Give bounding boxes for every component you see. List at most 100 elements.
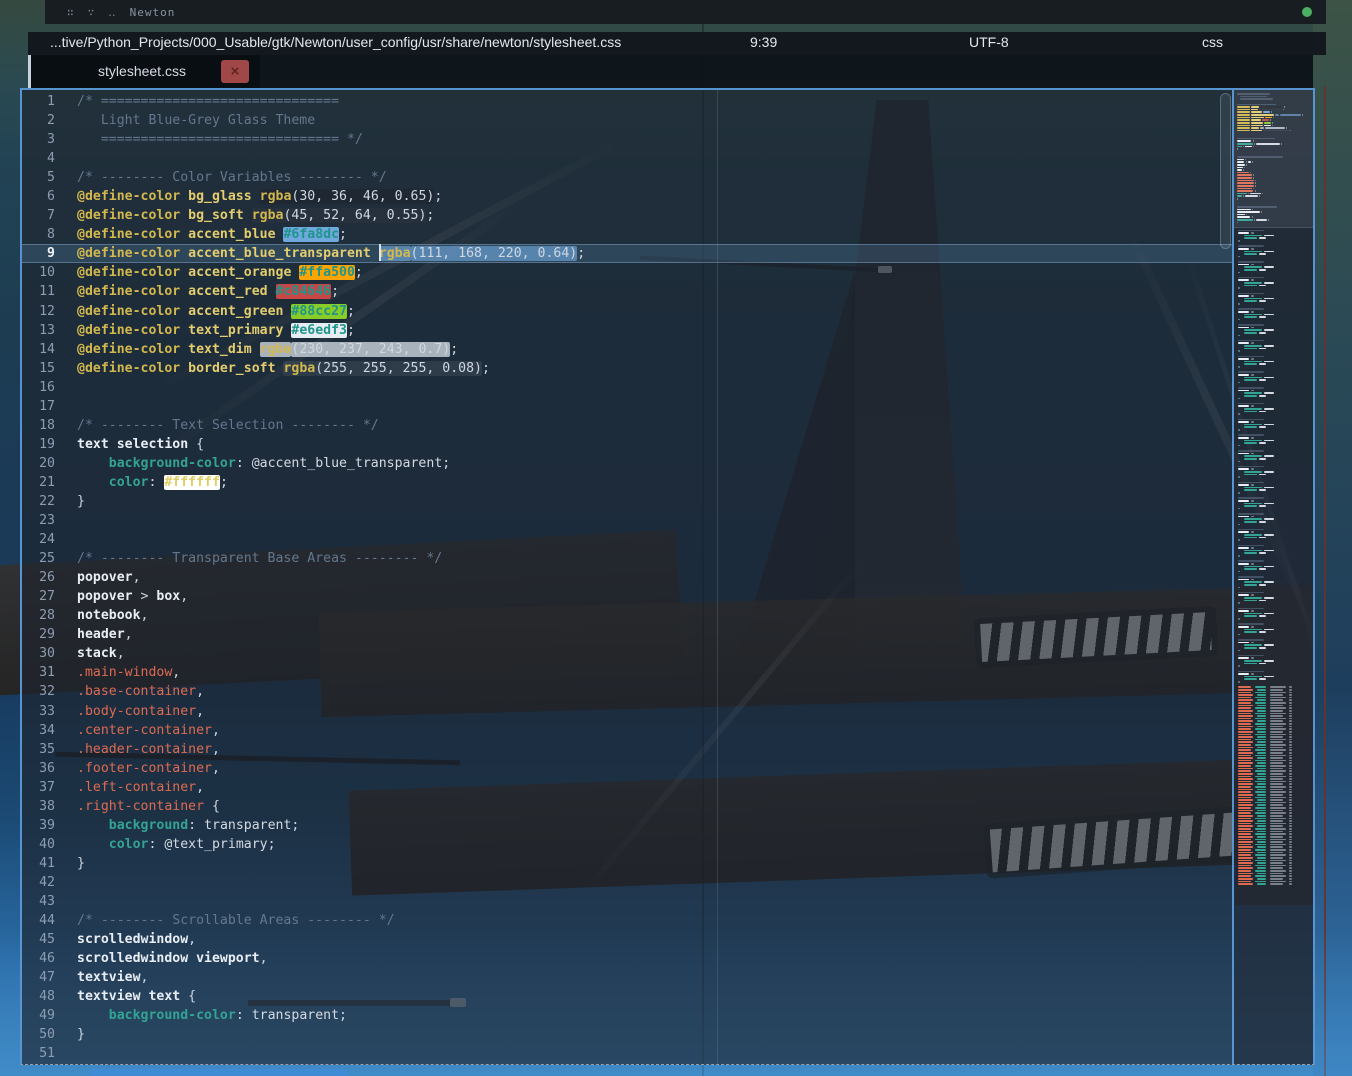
line-number[interactable]: 8 <box>22 225 55 244</box>
line-number[interactable]: 18 <box>22 416 55 435</box>
line-number[interactable]: 15 <box>22 359 55 378</box>
horizontal-scrollbar-thumb[interactable] <box>90 1069 347 1076</box>
line-number[interactable]: 32 <box>22 682 55 701</box>
line-number-gutter[interactable]: 1234567891011121314151617181920212223242… <box>22 92 55 1065</box>
line-number[interactable]: 12 <box>22 302 55 321</box>
line-number[interactable]: 22 <box>22 492 55 511</box>
code-token: ; <box>434 189 442 204</box>
line-number[interactable]: 30 <box>22 644 55 663</box>
line-number[interactable]: 16 <box>22 378 55 397</box>
code-token: ; <box>220 475 228 490</box>
line-number[interactable]: 51 <box>22 1044 55 1063</box>
line-number[interactable]: 14 <box>22 340 55 359</box>
encoding-indicator[interactable]: UTF-8 <box>969 34 1009 50</box>
line-number[interactable]: 13 <box>22 321 55 340</box>
window-titlebar[interactable]: ∷ ∵ ‥ Newton <box>45 0 1326 24</box>
line-number[interactable]: 37 <box>22 778 55 797</box>
language-indicator[interactable]: css <box>1202 34 1223 50</box>
line-number[interactable]: 9 <box>22 244 55 263</box>
tab-label: stylesheet.css <box>77 55 207 88</box>
file-path: ...tive/Python_Projects/000_Usable/gtk/N… <box>50 34 621 50</box>
line-number[interactable]: 19 <box>22 435 55 454</box>
code-line: @define-color bg_glass rgba(30, 36, 46, … <box>77 187 585 206</box>
line-number[interactable]: 24 <box>22 530 55 549</box>
color-preview-token: (255, 255, 255, 0.08) <box>315 361 482 376</box>
minimap[interactable] <box>1234 90 1313 1064</box>
line-number[interactable]: 38 <box>22 797 55 816</box>
line-number[interactable]: 46 <box>22 949 55 968</box>
code-line: } <box>77 1025 585 1044</box>
line-number[interactable]: 21 <box>22 473 55 492</box>
line-number[interactable]: 25 <box>22 549 55 568</box>
tab-close-button[interactable]: × <box>221 60 249 83</box>
code-line: /* ============================== <box>77 92 585 111</box>
code-line: /* -------- Transparent Base Areas -----… <box>77 549 585 568</box>
line-number[interactable]: 34 <box>22 721 55 740</box>
line-number[interactable]: 36 <box>22 759 55 778</box>
line-number[interactable]: 48 <box>22 987 55 1006</box>
line-number[interactable]: 40 <box>22 835 55 854</box>
code-line: @define-color accent_blue #6fa8dc; <box>77 225 585 244</box>
code-token: popover <box>77 589 133 604</box>
code-token: .center-container <box>77 723 212 738</box>
window-title: Newton <box>130 6 176 19</box>
code-token: ; <box>450 342 458 357</box>
code-line: /* -------- Scrollable Areas -------- */ <box>77 911 585 930</box>
code-line: text selection { <box>77 435 585 454</box>
line-number[interactable]: 50 <box>22 1025 55 1044</box>
line-number[interactable]: 49 <box>22 1006 55 1025</box>
line-number[interactable]: 39 <box>22 816 55 835</box>
line-number[interactable]: 28 <box>22 606 55 625</box>
line-number[interactable]: 27 <box>22 587 55 606</box>
line-number[interactable]: 6 <box>22 187 55 206</box>
line-number[interactable]: 20 <box>22 454 55 473</box>
tab-stylesheet[interactable]: stylesheet.css × <box>28 55 260 88</box>
line-number[interactable]: 44 <box>22 911 55 930</box>
code-token: popover <box>77 570 133 585</box>
line-number[interactable]: 42 <box>22 873 55 892</box>
code-line: color: @text_primary; <box>77 835 585 854</box>
line-number[interactable]: 47 <box>22 968 55 987</box>
line-number[interactable]: 17 <box>22 397 55 416</box>
line-number[interactable]: 5 <box>22 168 55 187</box>
right-margin-line <box>717 90 718 1064</box>
status-dot-icon[interactable] <box>1302 7 1312 17</box>
line-number[interactable]: 4 <box>22 149 55 168</box>
code-line: background-color: @accent_blue_transpare… <box>77 454 585 473</box>
code-token: color <box>109 475 149 490</box>
code-token <box>244 208 252 223</box>
code-line <box>77 1063 585 1065</box>
line-number[interactable]: 3 <box>22 130 55 149</box>
code-token: /* -------- Scrollable Areas -------- */ <box>77 913 395 928</box>
code-token <box>180 208 188 223</box>
line-number[interactable]: 33 <box>22 702 55 721</box>
color-preview-token: (111, 168, 220, 0.64) <box>411 246 578 261</box>
code-token: stack <box>77 646 117 661</box>
line-number[interactable]: 2 <box>22 111 55 130</box>
vertical-scrollbar-thumb[interactable] <box>1220 93 1231 249</box>
line-number[interactable]: 7 <box>22 206 55 225</box>
line-number[interactable]: 10 <box>22 263 55 282</box>
line-number[interactable]: 43 <box>22 892 55 911</box>
code-line: /* -------- Color Variables -------- */ <box>77 168 585 187</box>
line-number[interactable]: 29 <box>22 625 55 644</box>
line-number[interactable]: 31 <box>22 663 55 682</box>
code-area[interactable]: /* ============================== Light … <box>77 92 585 1065</box>
color-preview-token: rgba <box>283 361 315 376</box>
line-number[interactable]: 11 <box>22 282 55 301</box>
line-number[interactable]: 35 <box>22 740 55 759</box>
code-line: popover > box, <box>77 587 585 606</box>
line-number[interactable]: 1 <box>22 92 55 111</box>
code-token: } <box>77 494 85 509</box>
code-token: > <box>133 589 157 604</box>
line-number[interactable]: 41 <box>22 854 55 873</box>
code-line: .body-container, <box>77 702 585 721</box>
line-number[interactable]: 45 <box>22 930 55 949</box>
line-number[interactable]: 23 <box>22 511 55 530</box>
line-number[interactable]: 52 <box>22 1063 55 1065</box>
tab-bar: stylesheet.css × <box>28 55 1313 88</box>
code-token: accent_blue_transparent <box>188 246 371 261</box>
code-token: /* -------- Text Selection -------- */ <box>77 418 379 433</box>
code-token: ; <box>577 246 585 261</box>
line-number[interactable]: 26 <box>22 568 55 587</box>
